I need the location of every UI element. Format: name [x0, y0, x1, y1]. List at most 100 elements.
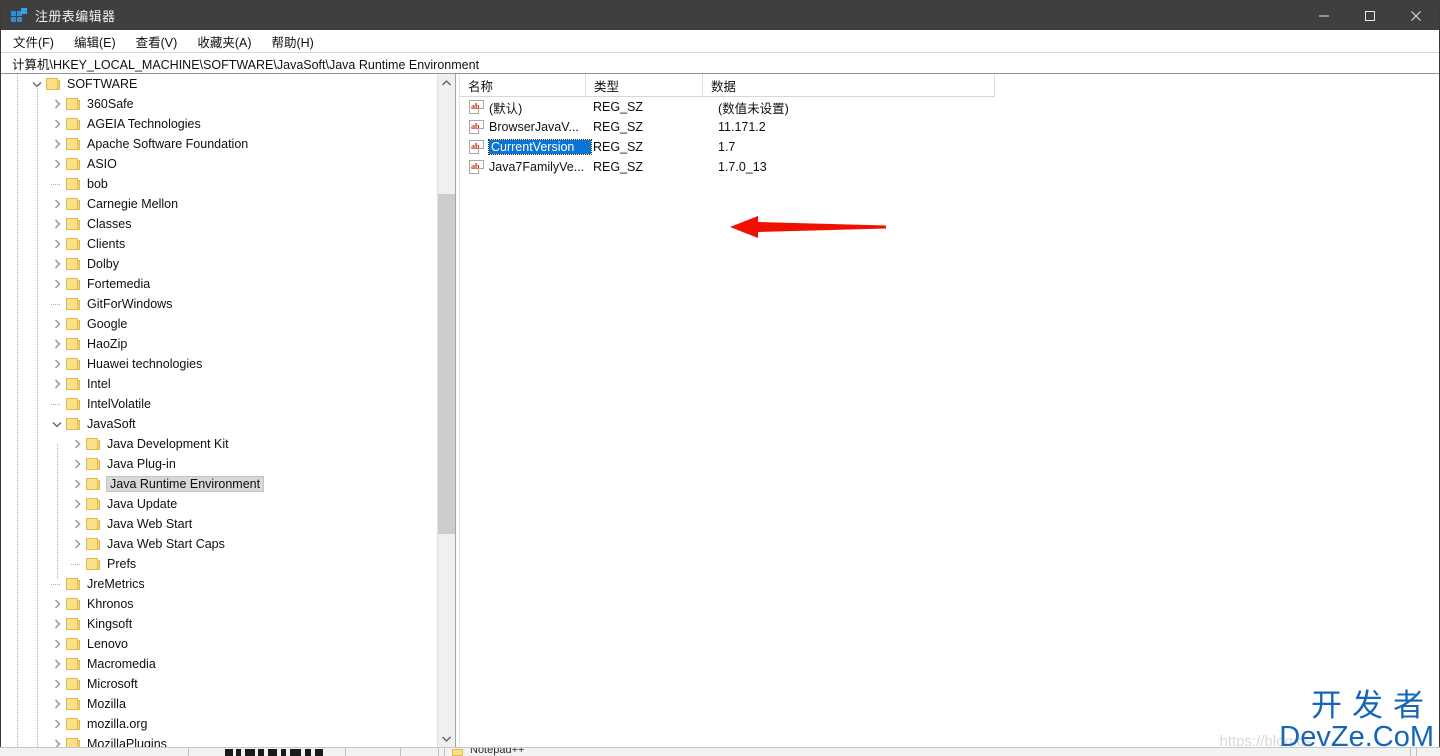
chevron-right-icon[interactable]	[49, 154, 65, 174]
chevron-right-icon[interactable]	[49, 114, 65, 134]
chevron-right-icon[interactable]	[49, 254, 65, 274]
chevron-right-icon[interactable]	[49, 374, 65, 394]
tree-node[interactable]: JreMetrics	[1, 574, 455, 594]
tree-node[interactable]: Huawei technologies	[1, 354, 455, 374]
tree-node[interactable]: Kingsoft	[1, 614, 455, 634]
tree-node[interactable]: SOFTWARE	[1, 74, 455, 94]
chevron-right-icon[interactable]	[69, 434, 85, 454]
address-bar[interactable]: 计算机\HKEY_LOCAL_MACHINE\SOFTWARE\JavaSoft…	[1, 53, 1439, 74]
chevron-right-icon[interactable]	[49, 234, 65, 254]
chevron-right-icon[interactable]	[49, 594, 65, 614]
minimize-button[interactable]	[1301, 1, 1347, 30]
chevron-right-icon[interactable]	[69, 534, 85, 554]
folder-icon	[85, 557, 101, 571]
chevron-right-icon[interactable]	[69, 474, 85, 494]
tree-node[interactable]: Microsoft	[1, 674, 455, 694]
value-row[interactable]: ab (默认) REG_SZ (数值未设置)	[460, 97, 1439, 117]
tree-node[interactable]: MozillaPlugins	[1, 734, 455, 747]
column-header-name[interactable]: 名称	[460, 74, 586, 96]
chevron-right-icon[interactable]	[69, 494, 85, 514]
tree-node[interactable]: Java Plug-in	[1, 454, 455, 474]
column-header-data[interactable]: 数据	[703, 74, 995, 96]
chevron-right-icon[interactable]	[49, 354, 65, 374]
tree-vertical-scrollbar[interactable]	[437, 74, 455, 747]
tree-node[interactable]: JavaSoft	[1, 414, 455, 434]
tree-node[interactable]: Intel	[1, 374, 455, 394]
menu-view[interactable]: 查看(V)	[136, 32, 189, 51]
chevron-right-icon[interactable]	[49, 654, 65, 674]
tree-node[interactable]: Fortemedia	[1, 274, 455, 294]
column-header-type[interactable]: 类型	[586, 74, 703, 96]
tree-node[interactable]: HaoZip	[1, 334, 455, 354]
folder-icon	[85, 457, 101, 471]
folder-icon	[65, 357, 81, 371]
tree-node[interactable]: GitForWindows	[1, 294, 455, 314]
tree-node[interactable]: 360Safe	[1, 94, 455, 114]
tree-node[interactable]: mozilla.org	[1, 714, 455, 734]
chevron-right-icon[interactable]	[69, 514, 85, 534]
scroll-down-arrow[interactable]	[438, 730, 455, 747]
tree-node[interactable]: Java Development Kit	[1, 434, 455, 454]
tree-node-label: ASIO	[87, 157, 117, 171]
close-button[interactable]	[1393, 1, 1439, 30]
scroll-thumb[interactable]	[438, 194, 455, 534]
red-arrow-annotation	[730, 216, 886, 238]
value-name: CurrentVersion	[488, 139, 592, 155]
menu-file[interactable]: 文件(F)	[13, 32, 65, 51]
menu-favorites[interactable]: 收藏夹(A)	[197, 32, 262, 51]
chevron-right-icon[interactable]	[69, 454, 85, 474]
tree-node[interactable]: Java Web Start Caps	[1, 534, 455, 554]
chevron-right-icon[interactable]	[49, 674, 65, 694]
tree-node[interactable]: Macromedia	[1, 654, 455, 674]
tree-node[interactable]: Dolby	[1, 254, 455, 274]
value-data: 1.7	[718, 140, 736, 154]
tree-node[interactable]: Khronos	[1, 594, 455, 614]
tree-node[interactable]: Apache Software Foundation	[1, 134, 455, 154]
chevron-right-icon[interactable]	[49, 694, 65, 714]
tree-node[interactable]: Classes	[1, 214, 455, 234]
tree-node-label: Lenovo	[87, 637, 129, 651]
tree-node[interactable]: Mozilla	[1, 694, 455, 714]
tree-node[interactable]: Java Runtime Environment	[1, 474, 455, 494]
chevron-right-icon[interactable]	[49, 194, 65, 214]
tree-node[interactable]: bob	[1, 174, 455, 194]
caption-buttons	[1301, 1, 1439, 30]
chevron-right-icon[interactable]	[49, 314, 65, 334]
tree-node-label: MozillaPlugins	[87, 737, 167, 747]
tree-node[interactable]: Lenovo	[1, 634, 455, 654]
registry-editor-icon	[11, 7, 27, 24]
chevron-right-icon[interactable]	[49, 274, 65, 294]
scroll-up-arrow[interactable]	[438, 74, 455, 91]
tree-node[interactable]: Java Web Start	[1, 514, 455, 534]
folder-icon	[65, 417, 81, 431]
tree-node[interactable]: Clients	[1, 234, 455, 254]
value-row[interactable]: ab Java7FamilyVe... REG_SZ 1.7.0_13	[460, 157, 1439, 177]
value-row[interactable]: ab BrowserJavaV... REG_SZ 11.171.2	[460, 117, 1439, 137]
tree-node-label: 360Safe	[87, 97, 134, 111]
tree-node[interactable]: AGEIA Technologies	[1, 114, 455, 134]
tree-node[interactable]: Prefs	[1, 554, 455, 574]
maximize-button[interactable]	[1347, 1, 1393, 30]
tree-node[interactable]: Java Update	[1, 494, 455, 514]
chevron-down-icon[interactable]	[49, 414, 65, 434]
tree-guide-stub	[51, 404, 61, 405]
chevron-right-icon[interactable]	[49, 634, 65, 654]
tree-node[interactable]: Carnegie Mellon	[1, 194, 455, 214]
menu-help[interactable]: 帮助(H)	[271, 32, 324, 51]
folder-icon	[85, 537, 101, 551]
tree-node[interactable]: IntelVolatile	[1, 394, 455, 414]
menu-edit[interactable]: 编辑(E)	[74, 32, 127, 51]
chevron-right-icon[interactable]	[49, 134, 65, 154]
taskbar-item-notepadpp[interactable]: Notepad++	[470, 748, 524, 756]
chevron-right-icon[interactable]	[49, 714, 65, 734]
tree-node-label: Dolby	[87, 257, 119, 271]
chevron-right-icon[interactable]	[49, 214, 65, 234]
chevron-right-icon[interactable]	[49, 734, 65, 747]
tree-node-label: Khronos	[87, 597, 134, 611]
tree-node[interactable]: ASIO	[1, 154, 455, 174]
chevron-right-icon[interactable]	[49, 334, 65, 354]
chevron-right-icon[interactable]	[49, 614, 65, 634]
chevron-right-icon[interactable]	[49, 94, 65, 114]
tree-node[interactable]: Google	[1, 314, 455, 334]
value-row[interactable]: ab CurrentVersion REG_SZ 1.7	[460, 137, 1439, 157]
